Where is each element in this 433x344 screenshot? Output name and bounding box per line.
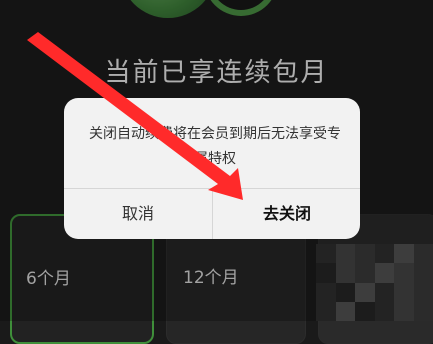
dialog-message: 关闭自动续费将在会员到期后无法享受专属特权 (89, 126, 341, 167)
go-close-button[interactable]: 去关闭 (213, 189, 360, 239)
confirm-dialog: 关闭自动续费将在会员到期后无法享受专属特权 取消 去关闭 (64, 98, 360, 239)
cancel-button[interactable]: 取消 (64, 189, 212, 239)
